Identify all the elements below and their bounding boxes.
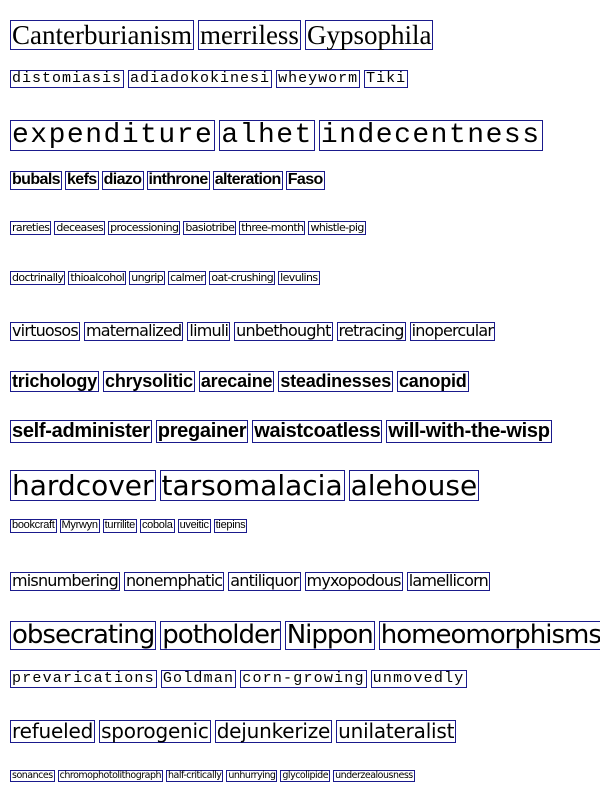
word: turrilite <box>102 519 137 533</box>
word: self-administer <box>10 420 152 443</box>
word-row-11: bookcraft Myrwyn turrilite cobola uveiti… <box>10 519 250 533</box>
word: antiliquor <box>228 571 301 591</box>
word-row-5: rareties deceases processioning basiotri… <box>10 221 369 235</box>
word: lamellicorn <box>406 571 490 591</box>
word: myxopodous <box>304 571 403 591</box>
word: alteration <box>212 171 283 190</box>
word: maternalized <box>83 321 184 341</box>
word: Canterburianism <box>10 20 194 51</box>
word: sonances <box>10 770 55 782</box>
word: alhet <box>219 120 315 152</box>
word-row-8: trichology chrysolitic arecaine steadine… <box>10 371 473 392</box>
word: merriless <box>197 20 301 51</box>
word: kefs <box>64 171 99 190</box>
word: waistcoatless <box>252 420 383 443</box>
word: sporogenic <box>99 719 211 743</box>
word: basiotribe <box>183 221 237 235</box>
word: processioning <box>108 221 181 235</box>
word: alehouse <box>348 469 480 502</box>
word: bubals <box>10 171 62 190</box>
word: arecaine <box>198 371 275 392</box>
word: refueled <box>10 719 96 743</box>
word: half-critically <box>166 770 224 782</box>
word: tarsomalacia <box>159 469 345 502</box>
word-row-6: doctrinally thioalcohol ungrip calmer oa… <box>10 271 323 285</box>
word: pregainer <box>155 420 249 443</box>
word: unmovedly <box>370 670 467 688</box>
word: obsecrating <box>10 620 157 651</box>
word-row-12: misnumbering nonemphatic antiliquor myxo… <box>10 572 494 591</box>
word: diazo <box>101 171 144 190</box>
word: adiadokokinesi <box>128 70 273 88</box>
word: potholder <box>160 620 281 651</box>
word: uveitic <box>177 519 211 533</box>
word: nonemphatic <box>123 571 225 591</box>
word: levulins <box>278 271 320 285</box>
word: retracing <box>336 321 406 341</box>
word: trichology <box>10 371 100 392</box>
word: glycolipide <box>280 770 331 782</box>
word: thioalcohol <box>68 271 127 285</box>
word: unbethought <box>234 321 333 341</box>
word: misnumbering <box>10 571 120 591</box>
word-row-16: sonances chromophotolithograph half-crit… <box>10 770 418 782</box>
word: steadinesses <box>278 371 393 392</box>
word: deceases <box>54 221 106 235</box>
word: Faso <box>285 171 325 190</box>
word: chromophotolithograph <box>57 770 164 782</box>
word: inthrone <box>146 171 210 190</box>
word: hardcover <box>10 469 156 502</box>
word: cobola <box>139 519 175 533</box>
word: bookcraft <box>10 519 57 533</box>
word-row-1: Canterburianism merriless Gypsophila <box>10 20 437 51</box>
word-row-15: refueled sporogenic dejunkerize unilater… <box>10 720 460 743</box>
word: unhurrying <box>226 770 278 782</box>
word: Gypsophila <box>304 20 434 51</box>
word: canopid <box>397 371 469 392</box>
word: distomiasis <box>10 70 125 88</box>
word: unilateralist <box>336 719 457 743</box>
word: prevarications <box>10 670 157 688</box>
word: oat-crushing <box>209 271 276 285</box>
word: rareties <box>10 221 52 235</box>
word: whistle-pig <box>308 221 366 235</box>
word: three-month <box>239 221 306 235</box>
word-row-2: distomiasis adiadokokinesi wheyworm Tiki <box>10 70 412 88</box>
word: wheyworm <box>276 70 361 88</box>
word: Myrwyn <box>59 519 100 533</box>
word: doctrinally <box>10 271 66 285</box>
word-row-14: prevarications Goldman corn-growing unmo… <box>10 670 471 688</box>
word: chrysolitic <box>103 371 195 392</box>
word-row-10: hardcover tarsomalacia alehouse <box>10 469 483 502</box>
word: underzealousness <box>333 770 415 782</box>
word-row-7: virtuosos maternalized limuli unbethough… <box>10 322 499 341</box>
word: homeomorphisms <box>378 621 600 651</box>
word: calmer <box>168 271 207 285</box>
word: Tiki <box>364 70 409 88</box>
word-row-9: self-administer pregainer waistcoatless … <box>10 420 556 443</box>
word: ungrip <box>129 271 166 285</box>
word-row-13: obsecrating potholder Nippon homeomorphi… <box>10 620 600 651</box>
word: dejunkerize <box>214 719 333 743</box>
word: Nippon <box>284 620 375 651</box>
word: will-with-the-wisp <box>386 420 552 443</box>
word: inopercular <box>409 321 496 341</box>
word: corn-growing <box>240 670 367 688</box>
word: virtuosos <box>10 321 80 341</box>
word-row-3: expenditure alhet indecentness <box>10 120 547 152</box>
word: limuli <box>187 321 231 341</box>
word: Goldman <box>160 670 237 688</box>
word: expenditure <box>10 120 216 152</box>
word-row-4: bubals kefs diazo inthrone alteration Fa… <box>10 171 328 190</box>
word: indecentness <box>318 120 543 152</box>
word: tiepins <box>213 519 248 533</box>
